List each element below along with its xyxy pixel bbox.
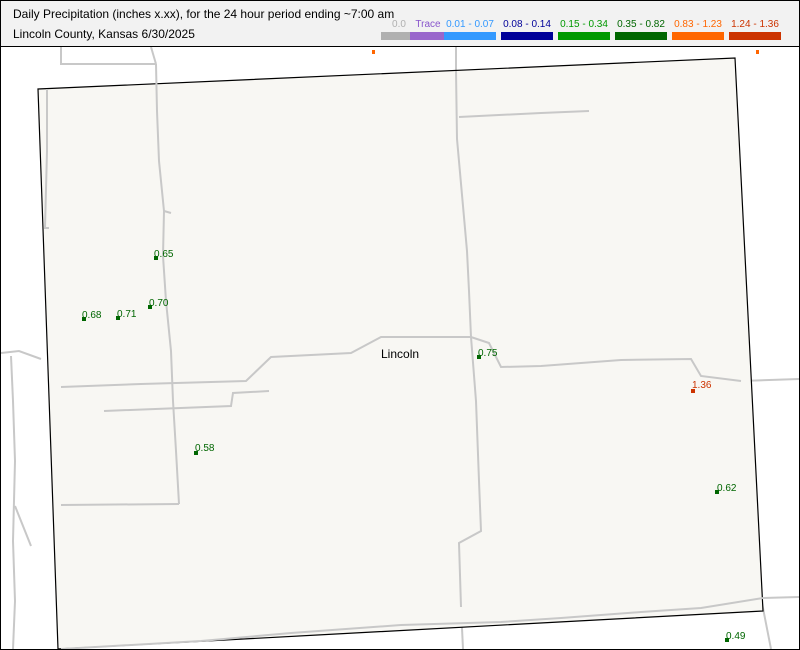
- station-marker: [756, 50, 759, 54]
- legend-item-015-034: 0.15 - 0.34: [558, 19, 610, 40]
- road: [14, 505, 32, 547]
- station: 0.62: [715, 483, 737, 494]
- legend-swatch: [558, 32, 610, 40]
- station: 0.58: [194, 443, 215, 455]
- legend-swatch: [410, 32, 446, 40]
- county-map: Lincoln 0.65 0.70 0.68 0.71 0.75 1.36 0.…: [1, 47, 799, 649]
- station: 0.68: [82, 310, 102, 321]
- legend-label: 1.24 - 1.36: [731, 19, 779, 30]
- station: 0.49: [725, 631, 746, 642]
- header-bar: Daily Precipitation (inches x.xx), for t…: [1, 1, 799, 47]
- station-value: 0.49: [726, 631, 746, 642]
- precip-map-window: Daily Precipitation (inches x.xx), for t…: [0, 0, 800, 650]
- legend-item-001-007: 0.01 - 0.07: [444, 19, 496, 40]
- road: [762, 596, 799, 599]
- map-title: Daily Precipitation (inches x.xx), for t…: [13, 7, 395, 21]
- legend-swatch: [615, 32, 667, 40]
- station-marker: [372, 50, 375, 54]
- station: 0.75: [477, 348, 498, 359]
- town-label: Lincoln: [381, 347, 419, 361]
- station: 0.71: [116, 309, 137, 320]
- station-value: 0.75: [478, 348, 498, 359]
- legend-item-083-123: 0.83 - 1.23: [672, 19, 724, 40]
- legend-swatch: [729, 32, 781, 40]
- road: [60, 503, 180, 506]
- map-subtitle: Lincoln County, Kansas 6/30/2025: [13, 27, 195, 41]
- station: 0.65: [154, 249, 174, 260]
- road: [60, 47, 156, 65]
- legend-swatch: [501, 32, 553, 40]
- road: [1, 349, 42, 360]
- road: [10, 355, 17, 649]
- station-value: 0.70: [149, 298, 169, 309]
- station-value: 1.36: [692, 380, 712, 391]
- legend-item-008-014: 0.08 - 0.14: [501, 19, 553, 40]
- station-value: 0.62: [717, 483, 737, 494]
- station: 0.70: [148, 298, 169, 309]
- legend-item-035-082: 0.35 - 0.82: [615, 19, 667, 40]
- station-value: 0.58: [195, 443, 215, 454]
- road: [150, 47, 157, 65]
- station-value: 0.68: [82, 310, 102, 321]
- legend-item-124-136: 1.24 - 1.36: [729, 19, 781, 40]
- legend-swatch: [672, 32, 724, 40]
- legend-swatch: [444, 32, 496, 40]
- station-value: 0.65: [154, 249, 174, 260]
- station-value: 0.71: [117, 309, 137, 320]
